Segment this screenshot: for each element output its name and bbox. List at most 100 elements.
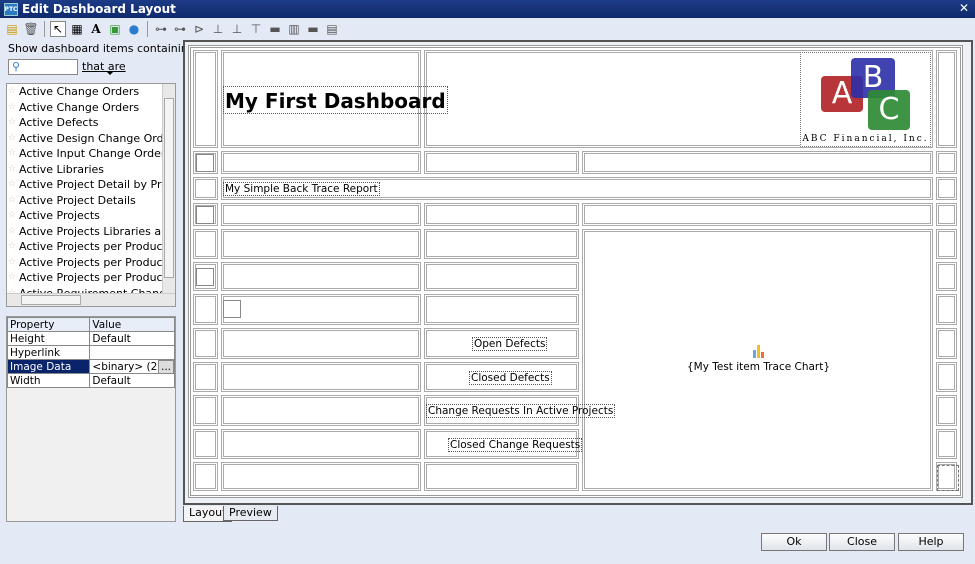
align-left-icon[interactable]: ⊶ [153, 21, 169, 37]
layout-cell[interactable] [193, 294, 218, 325]
list-item[interactable]: Active Projects per Product Effort [7, 255, 175, 271]
delete-icon[interactable]: 🗑 [23, 21, 39, 37]
layout-cell[interactable] [424, 462, 579, 491]
chevron-down-icon[interactable] [106, 71, 114, 75]
layout-cell[interactable] [936, 151, 957, 174]
layout-cell[interactable] [582, 151, 933, 174]
close-button[interactable]: Close [829, 533, 895, 551]
tab-preview[interactable]: Preview [223, 506, 278, 521]
list-item[interactable]: Active Project Detail by Product [7, 177, 175, 193]
prop-width-value[interactable]: Default [89, 373, 175, 388]
prop-width[interactable]: Width [6, 373, 91, 388]
layout-cell[interactable] [936, 177, 957, 200]
list-item[interactable]: Active Libraries [7, 162, 175, 178]
delete-column-icon[interactable]: ▤ [324, 21, 340, 37]
layout-cell[interactable] [424, 294, 579, 325]
list-item[interactable]: Active Projects per Product Summa [7, 270, 175, 286]
search-input[interactable]: ⚲ [8, 59, 78, 75]
dashboard-title[interactable]: My First Dashboard [223, 86, 448, 114]
empty-widget[interactable] [196, 154, 214, 172]
prop-height-value[interactable]: Default [89, 331, 175, 346]
globe-icon[interactable]: ● [126, 21, 142, 37]
list-item[interactable]: Active Input Change Orders [7, 146, 175, 162]
link-change-requests[interactable]: Change Requests In Active Projects [426, 404, 616, 418]
insert-row-icon[interactable]: ▬ [267, 21, 283, 37]
list-item[interactable]: Active Defects [7, 115, 175, 131]
prop-hyperlink[interactable]: Hyperlink [6, 345, 91, 360]
layout-cell[interactable] [424, 262, 579, 291]
layout-cell[interactable] [221, 262, 421, 291]
list-item[interactable]: Active Projects per Product Cost S [7, 239, 175, 255]
layout-cell[interactable] [936, 229, 957, 259]
empty-widget[interactable] [196, 206, 214, 224]
align-bottom-icon[interactable]: ⊥ [229, 21, 245, 37]
table-icon[interactable]: ▦ [69, 21, 85, 37]
list-item[interactable]: Active Projects Libraries and Templ [7, 224, 175, 240]
browse-button[interactable]: ... [157, 360, 174, 373]
layout-cell[interactable] [221, 362, 421, 392]
align-top-icon[interactable]: ⊥ [210, 21, 226, 37]
empty-widget[interactable] [196, 268, 214, 286]
layout-cell[interactable] [221, 429, 421, 459]
new-icon[interactable]: ▤ [4, 21, 20, 37]
link-closed-defects[interactable]: Closed Defects [469, 371, 552, 385]
align-center-icon[interactable]: ⊶ [172, 21, 188, 37]
layout-cell[interactable] [193, 462, 218, 491]
layout-cell[interactable] [936, 328, 957, 359]
align-middle-icon[interactable]: ⊤ [248, 21, 264, 37]
layout-cell[interactable] [193, 395, 218, 426]
image-icon[interactable]: ▣ [107, 21, 123, 37]
list-item[interactable]: Active Design Change Orders [7, 131, 175, 147]
layout-cell[interactable] [193, 429, 218, 459]
list-item[interactable]: Active Project Details [7, 193, 175, 209]
layout-cell[interactable] [424, 203, 579, 226]
prop-height[interactable]: Height [6, 331, 91, 346]
layout-cell[interactable] [221, 462, 421, 491]
resize-handle[interactable] [937, 465, 959, 491]
pointer-icon[interactable]: ↖ [50, 21, 66, 37]
qualifier-dropdown[interactable]: that are [82, 60, 126, 73]
list-item[interactable]: Active Change Orders [7, 84, 175, 100]
layout-cell[interactable] [193, 328, 218, 359]
layout-cell[interactable] [936, 50, 957, 148]
layout-cell[interactable] [936, 429, 957, 459]
layout-cell[interactable] [424, 151, 579, 174]
layout-cell[interactable] [193, 177, 218, 200]
insert-column-icon[interactable]: ▥ [286, 21, 302, 37]
layout-cell[interactable] [221, 229, 421, 259]
chart-widget[interactable]: {My Test item Trace Chart} [586, 345, 931, 373]
delete-row-icon[interactable]: ▬ [305, 21, 321, 37]
text-icon[interactable]: A [88, 21, 104, 37]
link-open-defects[interactable]: Open Defects [472, 337, 548, 351]
close-window-icon[interactable]: ✕ [959, 1, 969, 15]
horizontal-scrollbar[interactable] [7, 293, 175, 306]
layout-cell[interactable] [221, 203, 421, 226]
vertical-scrollbar[interactable] [162, 84, 175, 294]
layout-cell[interactable] [936, 203, 957, 226]
layout-cell[interactable] [424, 229, 579, 259]
layout-cell[interactable] [936, 395, 957, 426]
empty-widget[interactable] [223, 300, 241, 318]
layout-cell[interactable] [221, 151, 421, 174]
prop-image-data-value[interactable]: <binary> (23...... [89, 359, 175, 374]
align-right-icon[interactable]: ⊳ [191, 21, 207, 37]
dashboard-items-list[interactable]: Active Change OrdersActive Change Orders… [6, 83, 176, 307]
layout-cell[interactable] [221, 294, 421, 325]
layout-cell[interactable] [193, 362, 218, 392]
layout-cell[interactable] [936, 262, 957, 291]
layout-cell[interactable] [221, 328, 421, 359]
report-widget[interactable]: My Simple Back Trace Report [223, 182, 380, 196]
ok-button[interactable]: Ok [761, 533, 827, 551]
link-closed-change-requests[interactable]: Closed Change Requests [448, 438, 583, 452]
prop-hyperlink-value[interactable] [89, 345, 175, 360]
list-item[interactable]: Active Change Orders [7, 100, 175, 116]
layout-cell[interactable] [936, 362, 957, 392]
list-item[interactable]: Active Projects [7, 208, 175, 224]
help-button[interactable]: Help [898, 533, 964, 551]
layout-cell[interactable] [193, 229, 218, 259]
layout-cell[interactable] [193, 50, 218, 148]
layout-cell[interactable] [936, 294, 957, 325]
layout-cell[interactable] [582, 203, 933, 226]
prop-image-data[interactable]: Image Data [6, 359, 91, 374]
layout-cell[interactable] [221, 395, 421, 426]
